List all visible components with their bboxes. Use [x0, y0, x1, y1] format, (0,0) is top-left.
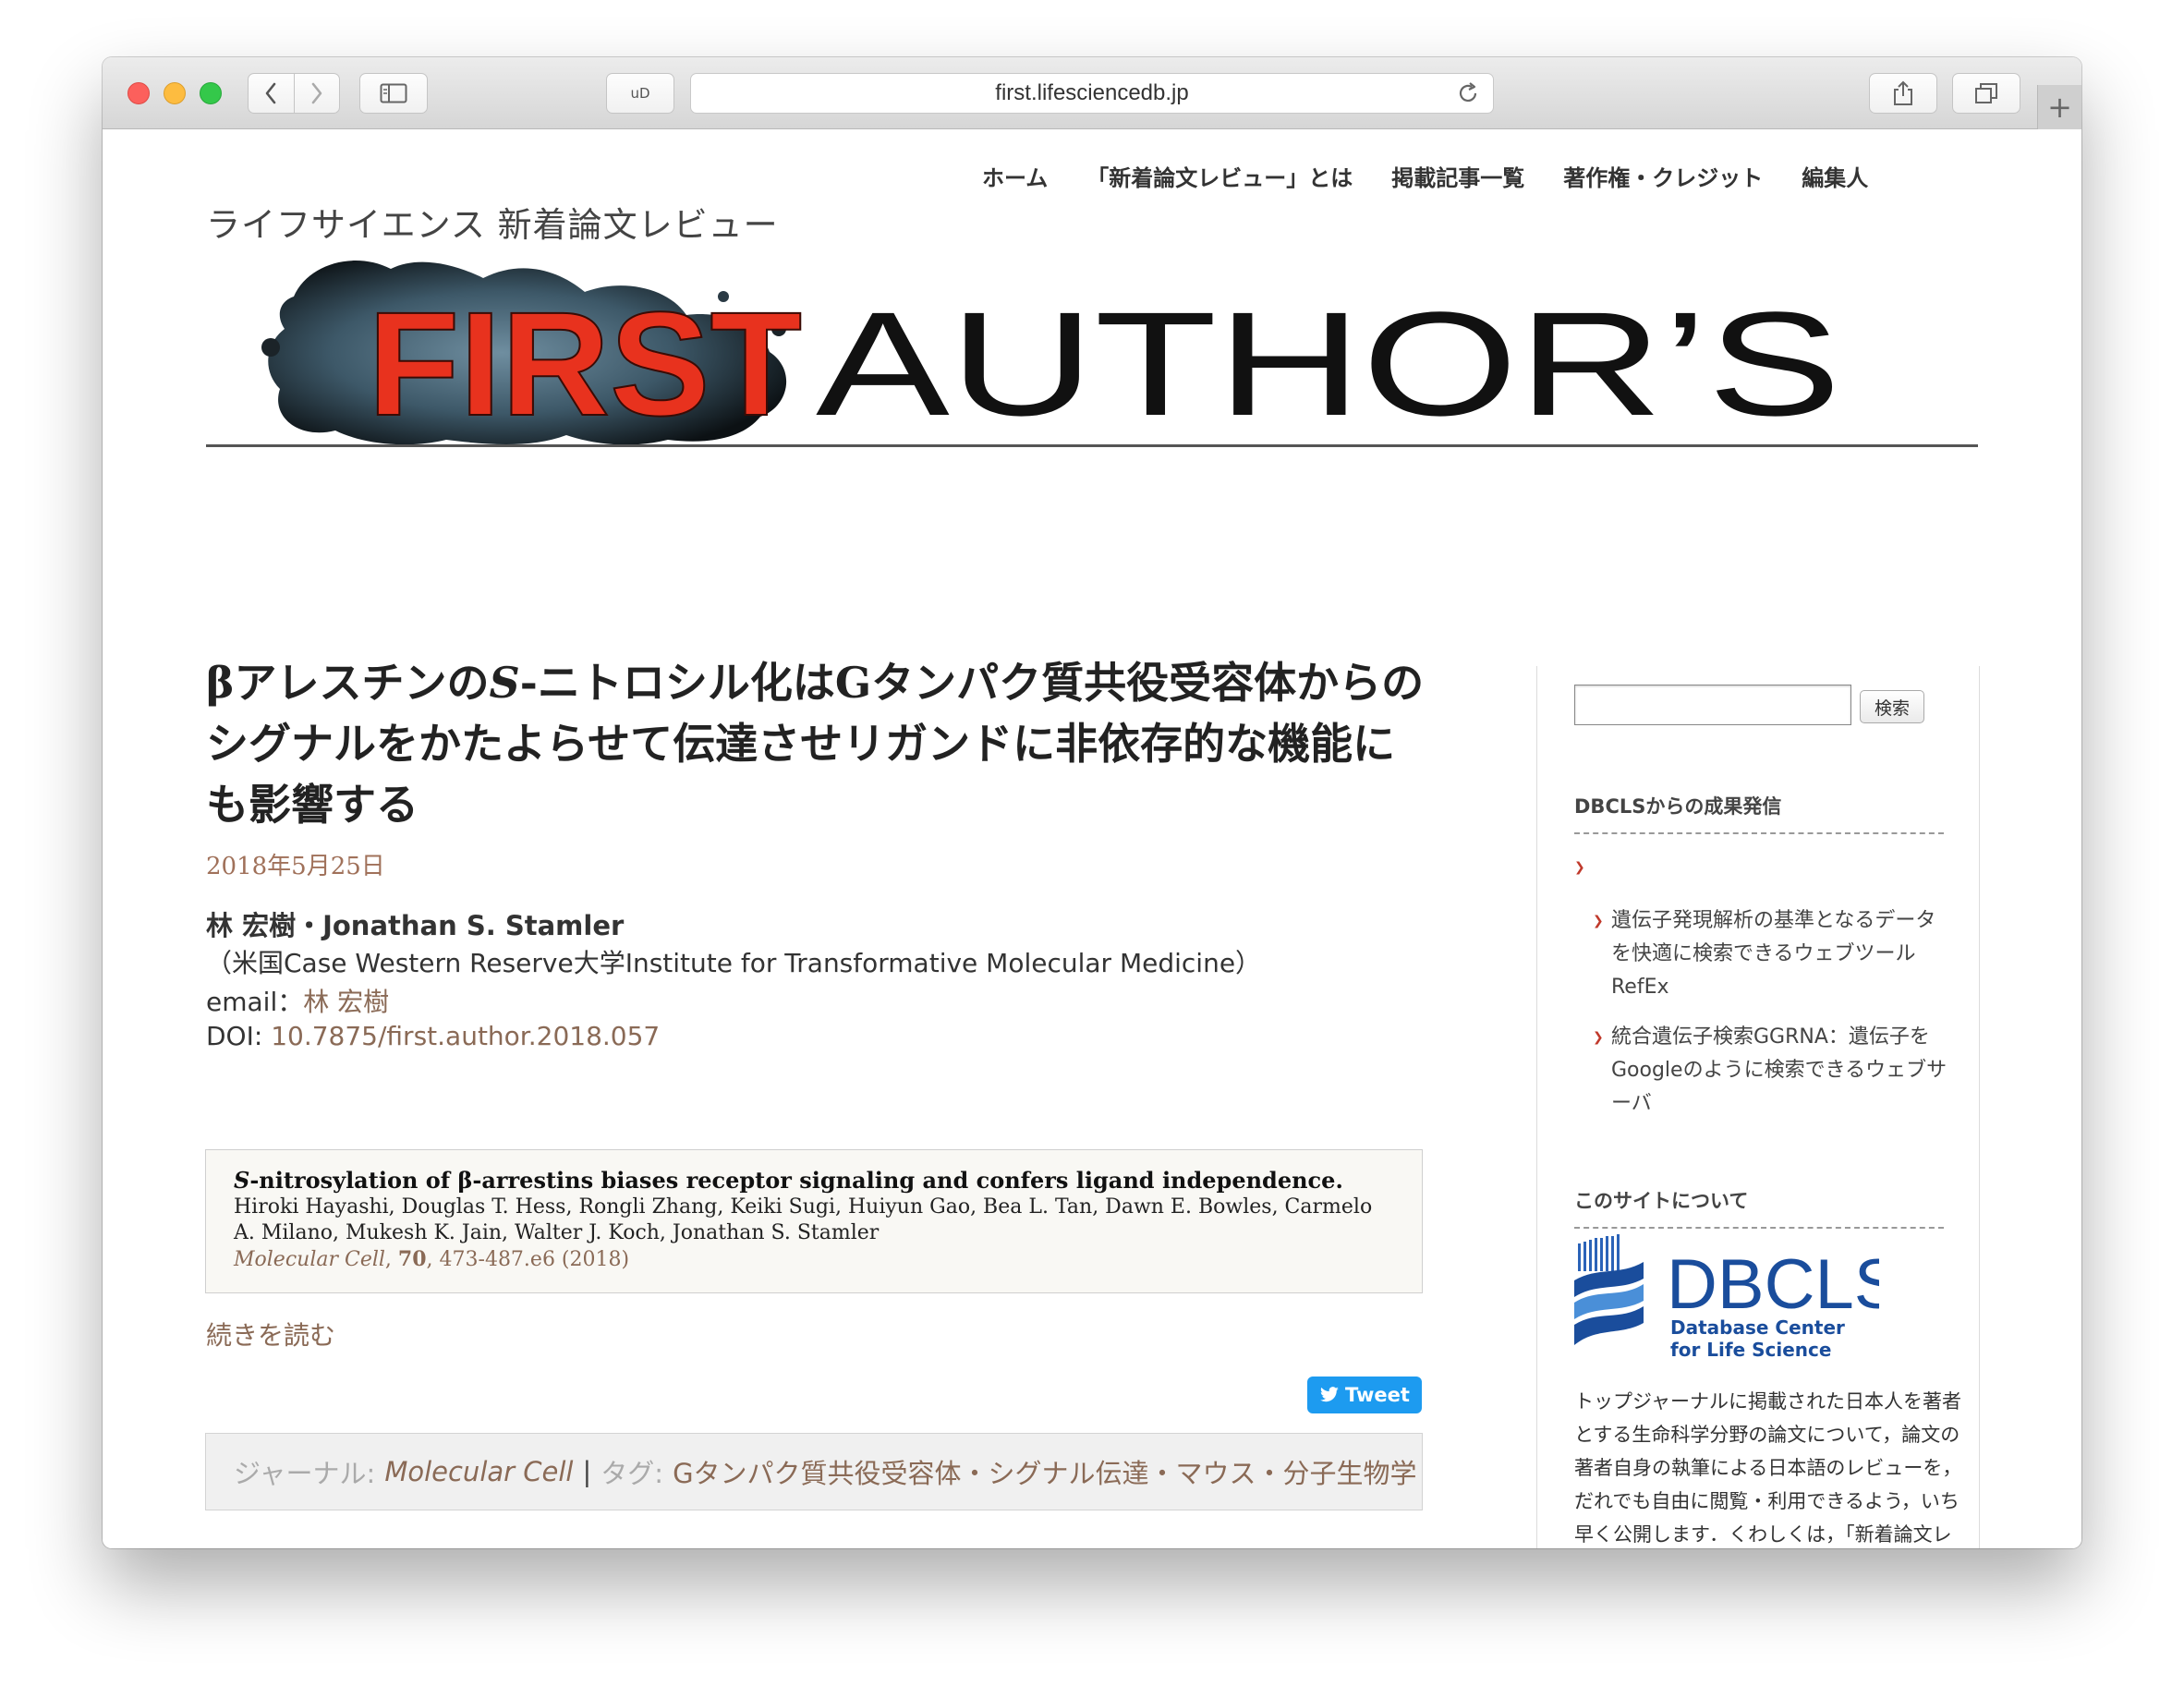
post-meta-tags: ジャーナル: Molecular Cell | タグ: Gタンパク質共役受容体・… — [205, 1433, 1423, 1510]
tag-label: タグ: — [601, 1458, 664, 1489]
meta-separator: | — [582, 1456, 592, 1487]
show-tabs-button[interactable] — [1952, 73, 2020, 114]
share-button[interactable] — [1869, 73, 1937, 114]
twitter-bird-icon — [1320, 1387, 1339, 1402]
dbcls-logo-text: DBCLS — [1667, 1245, 1879, 1324]
chevron-left-icon — [265, 82, 276, 104]
bullet-icon: ❯ — [1593, 1030, 1604, 1045]
forward-button[interactable] — [294, 74, 339, 113]
first-authors-banner[interactable]: FIRST AUTHOR’S — [206, 260, 1978, 444]
ink-blot-speck — [261, 338, 280, 357]
tabs-icon — [1975, 83, 1997, 103]
browser-window: uD first.lifesciencedb.jp + ホーム 「新着論文レビュ… — [103, 57, 2081, 1548]
top-navigation: ホーム 「新着論文レビュー」とは 掲載記事一覧 著作権・クレジット 編集人 — [982, 160, 1907, 192]
extension-button[interactable]: uD — [606, 73, 674, 114]
post-title[interactable]: βアレスチンのS-ニトロシル化はGタンパク質共役受容体からのシグナルをかたよらせ… — [206, 652, 1435, 835]
share-icon — [1894, 80, 1912, 105]
site-title[interactable]: ライフサイエンス 新着論文レビュー — [206, 197, 779, 247]
bullet-icon: ❯ — [1593, 914, 1604, 928]
address-bar[interactable]: first.lifesciencedb.jp — [690, 73, 1494, 114]
page-content: ホーム 「新着論文レビュー」とは 掲載記事一覧 著作権・クレジット 編集人 ライ… — [103, 130, 2081, 1548]
doi-link[interactable]: 10.7875/first.author.2018.057 — [271, 1021, 660, 1051]
title-bar: uD first.lifesciencedb.jp + — [103, 57, 2081, 129]
nav-about-review[interactable]: 「新着論文レビュー」とは — [1086, 160, 1353, 192]
citation-journal[interactable]: Molecular Cell, 70, 473-487.e6 (2018) — [234, 1246, 1394, 1273]
citation-box: S-nitrosylation of β-arrestins biases re… — [205, 1149, 1423, 1293]
search-input[interactable] — [1574, 685, 1851, 725]
search-button[interactable]: 検索 — [1860, 690, 1924, 723]
email-link[interactable]: 林 宏樹 — [303, 987, 389, 1017]
sidebar-icon — [380, 83, 407, 103]
zoom-window-button[interactable] — [200, 82, 222, 104]
close-window-button[interactable] — [127, 82, 150, 104]
banner-first-text: FIRST — [368, 281, 802, 444]
widget-title-dbcls-outputs: DBCLSからの成果発信 — [1574, 792, 1944, 834]
back-forward-group — [248, 73, 340, 114]
banner-underline — [206, 444, 1978, 447]
list-item: ❯ — [1574, 851, 1953, 888]
dbcls-logo[interactable]: DBCLS Database Center for Life Science — [1574, 1234, 1879, 1364]
tweet-button[interactable]: Tweet — [1307, 1377, 1422, 1413]
read-more-link[interactable]: 続きを読む — [206, 1316, 335, 1352]
bullet-icon: ❯ — [1574, 860, 1585, 875]
widget-title-about-site: このサイトについて — [1574, 1186, 1944, 1229]
nav-article-list[interactable]: 掲載記事一覧 — [1391, 160, 1524, 192]
journal-label: ジャーナル: — [234, 1458, 376, 1489]
reload-icon[interactable] — [1456, 81, 1480, 105]
nav-home[interactable]: ホーム — [982, 160, 1048, 192]
citation-authors: Hiroki Hayashi, Douglas T. Hess, Rongli … — [234, 1195, 1373, 1244]
minimize-window-button[interactable] — [164, 82, 186, 104]
chevron-right-icon — [311, 82, 322, 104]
tags-links[interactable]: Gタンパク質共役受容体・シグナル伝達・マウス・分子生物学 — [673, 1452, 1416, 1491]
dbcls-logo-line1: Database Center — [1670, 1316, 1845, 1339]
dbcls-logo-line2: for Life Science — [1670, 1339, 1831, 1361]
citation-title: S-nitrosylation of β-arrestins biases re… — [234, 1167, 1343, 1194]
post-authors: 林 宏樹・Jonathan S. Stamler — [206, 910, 625, 941]
list-item[interactable]: ❯ 統合遺伝子検索GGRNA：遺伝子をGoogleのように検索できるウェブサーバ — [1574, 1021, 1953, 1121]
post-doi: DOI: 10.7875/first.author.2018.057 — [206, 1021, 661, 1051]
dbcls-emblem-icon — [1574, 1234, 1644, 1345]
post-email: email：林 宏樹 — [206, 987, 390, 1017]
journal-link[interactable]: Molecular Cell — [384, 1456, 573, 1487]
dbcls-outputs-list: ❯ ❯ 遺伝子発現解析の基準となるデータを快適に検索できるウェブツール RefEx… — [1574, 851, 1953, 1121]
banner-author-text: AUTHOR’S — [816, 281, 1841, 444]
list-item[interactable]: ❯ 遺伝子発現解析の基準となるデータを快適に検索できるウェブツール RefEx — [1574, 904, 1953, 1004]
nav-copyright[interactable]: 著作権・クレジット — [1563, 160, 1763, 192]
about-site-text: トップジャーナルに掲載された日本人を著者とする生命科学分野の論文について，論文の… — [1574, 1390, 1962, 1546]
post-date: 2018年5月25日 — [206, 853, 385, 880]
back-button[interactable] — [249, 74, 294, 113]
new-tab-button[interactable]: + — [2037, 85, 2081, 129]
url-text: first.lifesciencedb.jp — [995, 80, 1189, 105]
sidebar-toggle-button[interactable] — [359, 73, 428, 114]
post-affiliation: （米国Case Western Reserve大学Institute for T… — [206, 948, 1262, 978]
nav-editors[interactable]: 編集人 — [1802, 160, 1868, 192]
